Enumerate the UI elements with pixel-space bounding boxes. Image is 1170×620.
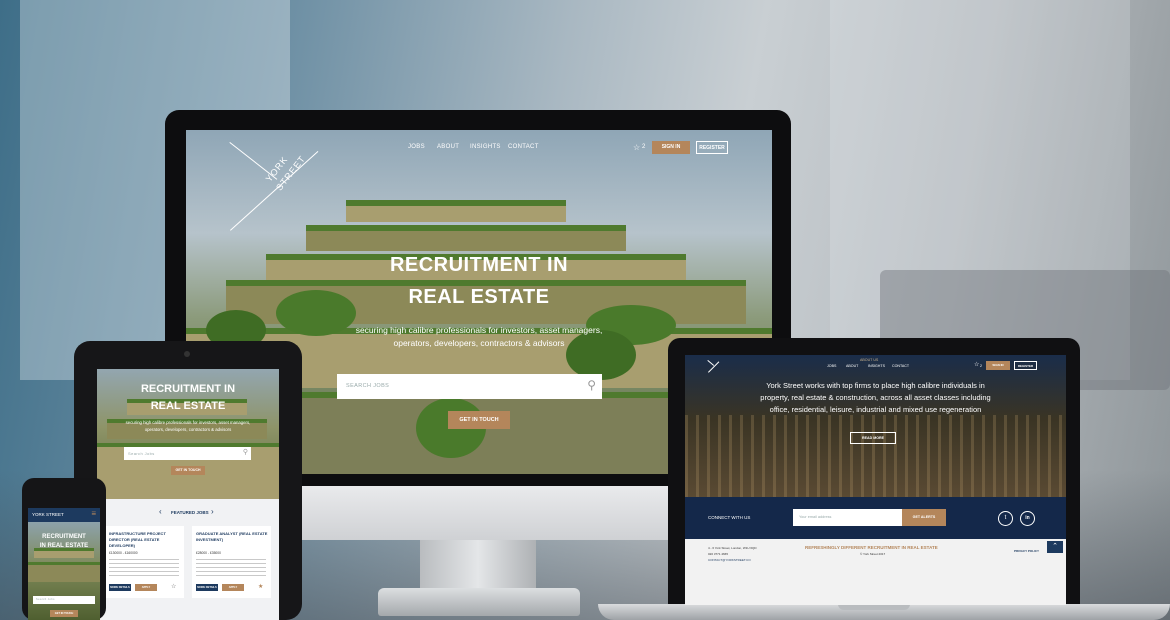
iphone-hero-title-line1: RECRUITMENT: [42, 534, 86, 540]
hero-title-line1: RECRUITMENT IN: [389, 254, 569, 276]
macbook-screen: JOBS ABOUT INSIGHTS CONTACT ABOUT US ☆ 2…: [685, 355, 1066, 605]
job-1-apply-button[interactable]: APPLY: [135, 584, 157, 591]
mac-connect-bar: CONNECT WITH US Your email address GET A…: [685, 497, 1066, 539]
iphone-search-placeholder: Search Jobs: [36, 598, 55, 601]
job-salary-1: £130000 - £160000: [109, 551, 138, 555]
imac-stand-foot: [378, 588, 580, 616]
job-2-more-details-button[interactable]: MORE DETAILS: [196, 584, 218, 591]
job-title-1-line2: DIRECTOR (REAL ESTATE: [109, 537, 160, 542]
search-input[interactable]: SEARCH JOBS ⚲: [337, 374, 602, 399]
ipad-search-placeholder: Search Jobs: [128, 451, 155, 456]
twitter-icon[interactable]: t: [998, 511, 1013, 526]
ipad-hero-title-line1: RECRUITMENT IN: [140, 383, 236, 395]
iphone-screen: YORK STREET ≡ RECRUITMENT IN REAL ESTATE…: [28, 508, 100, 620]
hamburger-menu-icon[interactable]: ≡: [91, 509, 96, 518]
mac-nav-jobs[interactable]: JOBS: [827, 364, 836, 368]
star-icon[interactable]: ★: [258, 583, 263, 590]
sign-in-button[interactable]: SIGN IN: [652, 141, 690, 154]
nav-insights[interactable]: INSIGHTS: [470, 144, 501, 150]
ipad-screen: RECRUITMENT IN REAL ESTATE securing high…: [97, 369, 279, 620]
mac-footer-address: 4 - 6 York Street, London, W1U 6QD: [708, 546, 757, 550]
job-title-2-line1: GRADUATE ANALYST (REAL ESTATE: [196, 531, 268, 536]
mac-shortlist-count: 2: [980, 364, 982, 368]
iphone-search-input[interactable]: Search Jobs: [33, 596, 95, 604]
mac-email-placeholder: Your email address: [799, 515, 832, 519]
mac-email-input[interactable]: Your email address: [793, 509, 903, 526]
ipad-hero-sub-line2: operators, developers, contractors & adv…: [144, 427, 232, 432]
search-icon[interactable]: ⚲: [587, 378, 596, 392]
shortlist-count: 2: [642, 144, 646, 150]
mac-sign-in-button[interactable]: SIGN IN: [986, 361, 1010, 370]
nav-jobs[interactable]: JOBS: [408, 144, 425, 150]
mac-register-button[interactable]: REGISTER: [1014, 361, 1037, 370]
job-salary-2: £28000 - £35000: [196, 551, 221, 555]
hero-title-line2: REAL ESTATE: [408, 286, 550, 308]
job-desc-1: [109, 559, 179, 577]
iphone-hero-title-line2: IN REAL ESTATE: [39, 543, 89, 549]
ipad-hero-title-line2: REAL ESTATE: [150, 400, 226, 412]
hero-subtitle-line1: securing high calibre professionals for …: [355, 325, 603, 335]
search-placeholder: SEARCH JOBS: [346, 383, 390, 389]
ipad-camera: [184, 351, 190, 357]
job-title-1-line3: DEVELOPER): [109, 543, 136, 548]
job-card-2[interactable]: GRADUATE ANALYST (REAL ESTATE INVESTMENT…: [192, 526, 271, 598]
iphone-logo[interactable]: YORK STREET: [32, 512, 64, 517]
mac-about-line3: office, residential, leisure, industrial…: [769, 405, 982, 414]
mac-nav-insights[interactable]: INSIGHTS: [868, 364, 885, 368]
search-icon[interactable]: ⚲: [243, 448, 248, 456]
mac-footer-phone: 020 3771 4665: [708, 552, 729, 556]
mac-footer-tagline: REFRESHINGLY DIFFERENT RECRUITMENT IN RE…: [805, 545, 938, 550]
iphone-header: YORK STREET ≡: [28, 508, 100, 522]
job-title-2-line2: INVESTMENT): [196, 537, 224, 542]
mac-nav-contact[interactable]: CONTACT: [892, 364, 909, 368]
mac-about-section: [685, 355, 1066, 497]
nav-contact[interactable]: CONTACT: [508, 144, 539, 150]
imac-top-nav: JOBS ABOUT INSIGHTS CONTACT ☆ 2 SIGN IN …: [186, 141, 772, 158]
job-title-1-line1: INFRASTRUCTURE PROJECT: [109, 531, 166, 536]
mac-sub-nav: ABOUT US: [860, 358, 879, 362]
mac-about-line2: property, real estate & construction, ac…: [760, 393, 991, 402]
mac-footer-email[interactable]: CONTACT@YORKSTREET.CO: [708, 558, 751, 562]
chevron-right-icon[interactable]: ›: [211, 507, 214, 516]
star-icon[interactable]: ☆: [974, 361, 979, 368]
imac-stand-neck: [420, 540, 536, 590]
mac-logo-mark[interactable]: [707, 359, 721, 373]
job-2-apply-button[interactable]: APPLY: [222, 584, 244, 591]
ipad-hero-sub-line1: securing high calibre professionals for …: [125, 420, 251, 425]
linkedin-icon[interactable]: in: [1020, 511, 1035, 526]
scroll-to-top-icon[interactable]: ⌃: [1047, 541, 1063, 553]
mac-nav-about[interactable]: ABOUT: [846, 364, 858, 368]
job-desc-2: [196, 559, 266, 577]
mac-connect-label: CONNECT WITH US: [708, 515, 751, 520]
featured-jobs-title: FEATURED JOBS: [171, 510, 209, 515]
nav-about[interactable]: ABOUT: [437, 144, 459, 150]
iphone-get-in-touch-button[interactable]: GET IN TOUCH: [50, 610, 78, 617]
featured-jobs-header: ‹ FEATURED JOBS ›: [97, 507, 279, 521]
register-button[interactable]: REGISTER: [696, 141, 728, 154]
job-card-1[interactable]: INFRASTRUCTURE PROJECT DIRECTOR (REAL ES…: [105, 526, 184, 598]
job-1-more-details-button[interactable]: MORE DETAILS: [109, 584, 131, 591]
star-icon[interactable]: ☆: [633, 143, 640, 152]
mac-footer-copyright: © York Street 2017: [860, 552, 886, 556]
mac-get-alerts-button[interactable]: GET ALERTS: [902, 509, 946, 526]
mac-footer: REFRESHINGLY DIFFERENT RECRUITMENT IN RE…: [685, 539, 1066, 605]
get-in-touch-button[interactable]: GET IN TOUCH: [448, 411, 510, 429]
ipad-get-in-touch-button[interactable]: GET IN TOUCH: [171, 466, 205, 475]
chevron-left-icon[interactable]: ‹: [159, 507, 162, 516]
star-icon[interactable]: ☆: [171, 583, 176, 590]
mac-about-line1: York Street works with top firms to plac…: [766, 381, 985, 390]
mac-read-more-button[interactable]: READ MORE: [850, 432, 896, 444]
mac-privacy-link[interactable]: PRIVACY POLICY: [1014, 549, 1039, 553]
ipad-search-input[interactable]: Search Jobs ⚲: [124, 447, 251, 460]
